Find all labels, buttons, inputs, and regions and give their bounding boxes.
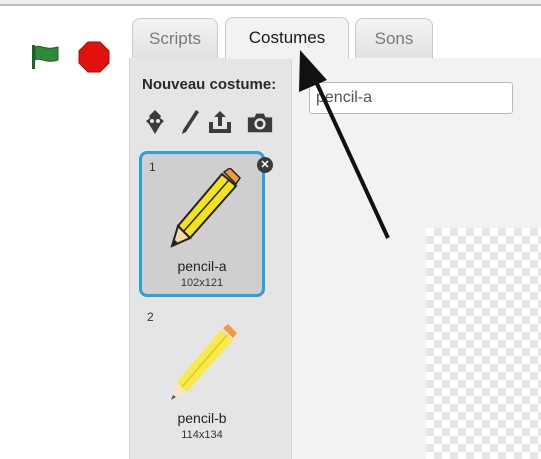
costume-name: pencil-a — [177, 258, 227, 274]
stage-controls — [0, 8, 124, 459]
costume-number: 2 — [147, 310, 154, 324]
stop-icon[interactable] — [78, 41, 110, 73]
pencil-b-thumbnail — [171, 324, 237, 400]
costume-item-1[interactable]: 1 pencil-a 102x121 — [139, 151, 265, 297]
upload-icon[interactable] — [206, 108, 234, 136]
tab-scripts[interactable]: Scripts — [132, 18, 218, 58]
new-costume-label: Nouveau costume: — [142, 76, 277, 93]
top-border — [0, 0, 541, 6]
pencil-a-thumbnail — [170, 168, 241, 248]
delete-costume-icon[interactable]: ✕ — [257, 157, 273, 173]
green-flag-icon[interactable] — [30, 44, 60, 70]
costume-size: 102x121 — [180, 277, 224, 289]
paint-brush-icon[interactable] — [176, 108, 204, 136]
tab-sounds[interactable]: Sons — [355, 18, 433, 58]
costume-number: 1 — [149, 160, 156, 174]
costume-name: pencil-b — [177, 410, 227, 426]
costume-item-2[interactable]: 2 pencil-b 114x134 — [139, 306, 265, 452]
costume-size: 114x134 — [181, 429, 223, 441]
costume-name-input[interactable] — [309, 82, 513, 114]
paint-canvas[interactable] — [426, 228, 541, 459]
camera-icon[interactable] — [246, 108, 274, 136]
tab-costumes[interactable]: Costumes — [225, 17, 349, 59]
sprite-library-icon[interactable] — [141, 108, 169, 136]
